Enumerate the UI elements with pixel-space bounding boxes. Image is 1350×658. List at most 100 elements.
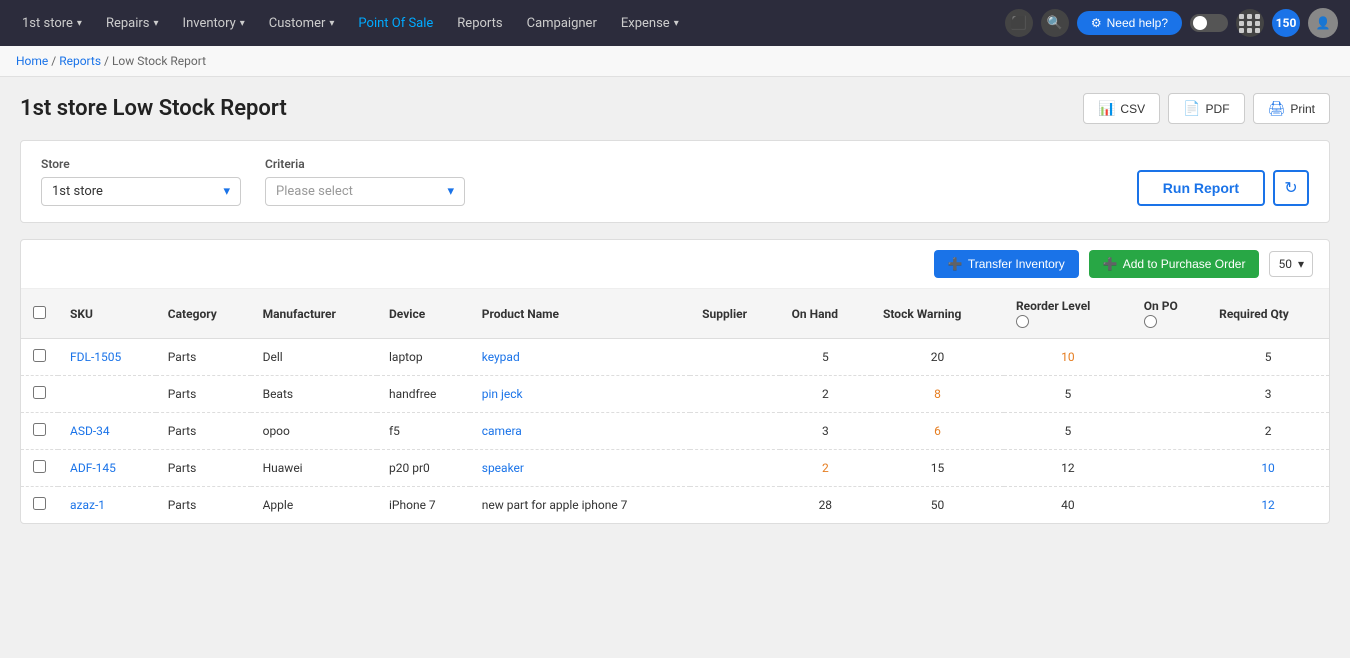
store-filter-label: Store bbox=[41, 157, 241, 171]
cell-stock-warning: 20 bbox=[871, 339, 1004, 376]
cell-product-name[interactable]: keypad bbox=[470, 339, 690, 376]
cell-device: laptop bbox=[377, 339, 470, 376]
print-button[interactable]: 🖨 Print bbox=[1253, 93, 1330, 124]
row-checkbox-cell[interactable] bbox=[21, 339, 58, 376]
nav-repairs-label: Repairs bbox=[106, 16, 150, 31]
csv-label: CSV bbox=[1120, 102, 1145, 116]
breadcrumb-current: Low Stock Report bbox=[112, 54, 206, 68]
row-checkbox[interactable] bbox=[33, 386, 46, 399]
cell-product-name[interactable]: camera bbox=[470, 413, 690, 450]
cell-manufacturer: Beats bbox=[251, 376, 377, 413]
row-checkbox[interactable] bbox=[33, 349, 46, 362]
run-report-button[interactable]: Run Report bbox=[1137, 170, 1265, 206]
breadcrumb-home[interactable]: Home bbox=[16, 54, 48, 68]
cell-sku[interactable]: ASD-34 bbox=[58, 413, 156, 450]
row-checkbox-cell[interactable] bbox=[21, 376, 58, 413]
table-row: FDL-1505PartsDelllaptopkeypad520105 bbox=[21, 339, 1329, 376]
report-header: 1st store Low Stock Report 📊 CSV 📄 PDF 🖨… bbox=[20, 93, 1330, 124]
cell-sku[interactable]: azaz-1 bbox=[58, 487, 156, 524]
cell-device: iPhone 7 bbox=[377, 487, 470, 524]
select-all-header[interactable] bbox=[21, 289, 58, 339]
table-row: ASD-34Partsopoof5camera3652 bbox=[21, 413, 1329, 450]
run-report-area: Run Report ↻ bbox=[1137, 170, 1309, 206]
csv-button[interactable]: 📊 CSV bbox=[1083, 93, 1160, 124]
cell-supplier bbox=[690, 339, 779, 376]
cell-product-name[interactable]: pin jeck bbox=[470, 376, 690, 413]
header-actions: 📊 CSV 📄 PDF 🖨 Print bbox=[1083, 93, 1330, 124]
nav-inventory[interactable]: Inventory ▾ bbox=[173, 10, 255, 37]
toggle-knob bbox=[1193, 16, 1207, 30]
nav-reports[interactable]: Reports bbox=[447, 10, 512, 37]
refresh-button[interactable]: ↻ bbox=[1273, 170, 1309, 206]
store-name: 1st store bbox=[22, 16, 73, 31]
pdf-button[interactable]: 📄 PDF bbox=[1168, 93, 1244, 124]
print-icon: 🖨 bbox=[1268, 100, 1286, 117]
search-icon[interactable]: 🔍 bbox=[1041, 9, 1069, 37]
store-dropdown[interactable]: 1st store ▾ bbox=[12, 10, 92, 37]
row-checkbox[interactable] bbox=[33, 497, 46, 510]
reorder-sort-radio[interactable] bbox=[1016, 315, 1029, 328]
cell-stock-warning: 50 bbox=[871, 487, 1004, 524]
cell-supplier bbox=[690, 450, 779, 487]
page-content: 1st store Low Stock Report 📊 CSV 📄 PDF 🖨… bbox=[0, 77, 1350, 540]
row-checkbox-cell[interactable] bbox=[21, 450, 58, 487]
cell-category: Parts bbox=[156, 487, 251, 524]
page-size-dropdown[interactable]: 50 ▾ bbox=[1269, 251, 1313, 277]
notification-badge[interactable]: 150 bbox=[1272, 9, 1300, 37]
cell-device: p20 pr0 bbox=[377, 450, 470, 487]
table-row: PartsBeatshandfreepin jeck2853 bbox=[21, 376, 1329, 413]
cell-on-hand: 28 bbox=[780, 487, 871, 524]
select-all-checkbox[interactable] bbox=[33, 306, 46, 319]
toggle-switch[interactable] bbox=[1190, 14, 1228, 32]
nav-customer[interactable]: Customer ▾ bbox=[259, 10, 345, 37]
pdf-label: PDF bbox=[1206, 102, 1230, 116]
user-avatar[interactable]: 👤 bbox=[1308, 8, 1338, 38]
cell-on-po bbox=[1132, 487, 1207, 524]
row-checkbox[interactable] bbox=[33, 460, 46, 473]
cell-reorder-level: 5 bbox=[1004, 413, 1132, 450]
breadcrumb-reports[interactable]: Reports bbox=[59, 54, 101, 68]
pdf-icon: 📄 bbox=[1183, 100, 1200, 117]
nav-repairs[interactable]: Repairs ▾ bbox=[96, 10, 169, 37]
on-po-sort-radio[interactable] bbox=[1144, 315, 1157, 328]
nav-campaigner[interactable]: Campaigner bbox=[517, 10, 607, 37]
row-checkbox[interactable] bbox=[33, 423, 46, 436]
grid-apps-icon[interactable] bbox=[1236, 9, 1264, 37]
th-product-name: Product Name bbox=[470, 289, 690, 339]
cell-product-name[interactable]: speaker bbox=[470, 450, 690, 487]
repairs-chevron-icon: ▾ bbox=[154, 18, 159, 29]
row-checkbox-cell[interactable] bbox=[21, 413, 58, 450]
cell-sku[interactable]: ADF-145 bbox=[58, 450, 156, 487]
row-checkbox-cell[interactable] bbox=[21, 487, 58, 524]
nav-point-of-sale[interactable]: Point Of Sale bbox=[348, 10, 443, 37]
cell-required-qty: 2 bbox=[1207, 413, 1329, 450]
need-help-button[interactable]: ⚙ Need help? bbox=[1077, 11, 1182, 35]
th-on-hand: On Hand bbox=[780, 289, 871, 339]
add-to-po-button[interactable]: ➕ Add to Purchase Order bbox=[1089, 250, 1260, 278]
top-navigation: 1st store ▾ Repairs ▾ Inventory ▾ Custom… bbox=[0, 0, 1350, 46]
table-header-row: SKU Category Manufacturer Device Product… bbox=[21, 289, 1329, 339]
cell-required-qty: 10 bbox=[1207, 450, 1329, 487]
gear-icon: ⚙ bbox=[1091, 16, 1102, 30]
need-help-label: Need help? bbox=[1107, 16, 1168, 30]
cell-sku[interactable]: FDL-1505 bbox=[58, 339, 156, 376]
th-stock-warning: Stock Warning bbox=[871, 289, 1004, 339]
th-on-po: On PO bbox=[1132, 289, 1207, 339]
cell-supplier bbox=[690, 487, 779, 524]
transfer-plus-icon: ➕ bbox=[948, 257, 963, 271]
criteria-select[interactable]: Please select ▾ bbox=[265, 177, 465, 206]
nav-expense[interactable]: Expense ▾ bbox=[611, 10, 689, 37]
th-required-qty: Required Qty bbox=[1207, 289, 1329, 339]
barcode-icon[interactable]: ⬛ bbox=[1005, 9, 1033, 37]
cell-manufacturer: Apple bbox=[251, 487, 377, 524]
th-manufacturer: Manufacturer bbox=[251, 289, 377, 339]
transfer-inventory-button[interactable]: ➕ Transfer Inventory bbox=[934, 250, 1079, 278]
store-select[interactable]: 1st store ▾ bbox=[41, 177, 241, 206]
cell-category: Parts bbox=[156, 413, 251, 450]
cell-on-po bbox=[1132, 413, 1207, 450]
cell-stock-warning: 8 bbox=[871, 376, 1004, 413]
criteria-filter-group: Criteria Please select ▾ bbox=[265, 157, 465, 206]
csv-icon: 📊 bbox=[1098, 100, 1115, 117]
nav-campaigner-label: Campaigner bbox=[527, 16, 597, 31]
criteria-select-placeholder: Please select bbox=[276, 184, 353, 199]
